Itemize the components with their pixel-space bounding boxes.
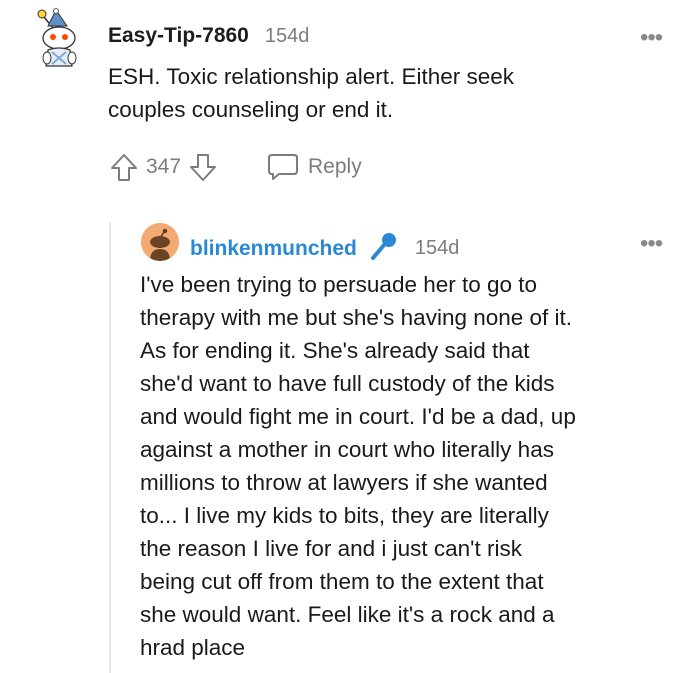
upvote-icon[interactable] (108, 151, 140, 183)
reply-body-line: against a mother in court who literally … (140, 437, 554, 462)
reply-body-line: millions to throw at lawyers if she want… (140, 470, 548, 495)
reply-username[interactable]: blinkenmunched (190, 237, 357, 261)
comment-body: ESH. Toxic relationship alert. Either se… (108, 60, 668, 126)
comment-age[interactable]: 154d (265, 25, 310, 48)
vote-bar: 347 (108, 150, 219, 184)
reply-body-line: As for ending it. She's already said tha… (140, 338, 530, 363)
reply-body-line: being cut off from them to the extent th… (140, 569, 544, 594)
user-avatar[interactable] (34, 8, 90, 70)
reply-body-line: she would want. Feel like it's a rock an… (140, 602, 555, 627)
more-options-icon[interactable]: ••• (640, 26, 663, 50)
microphone-icon (369, 231, 399, 266)
comment-body-line: ESH. Toxic relationship alert. Either se… (108, 64, 515, 89)
reply-body-line: I've been trying to persuade her to go t… (140, 272, 538, 297)
reply-button[interactable]: Reply (266, 150, 362, 184)
vote-count: 347 (146, 155, 182, 178)
thread-line[interactable] (109, 222, 111, 673)
reply-header: blinkenmunched 154d (190, 231, 459, 266)
comment-username[interactable]: Easy-Tip-7860 (108, 24, 249, 48)
snoo-avatar-icon (37, 8, 77, 67)
more-options-icon[interactable]: ••• (640, 232, 663, 256)
reply-body-line: to... I live my kids to bits, they are l… (140, 503, 549, 528)
downvote-icon[interactable] (187, 151, 219, 183)
reply-icon (266, 152, 300, 182)
reply-body-line: the reason I live for and i just can't r… (140, 536, 522, 561)
reply-age[interactable]: 154d (415, 237, 460, 260)
reply-body-line: and would fight me in court. I'd be a da… (140, 404, 576, 429)
reply-label: Reply (308, 155, 362, 178)
comment-header: Easy-Tip-7860 154d (108, 24, 309, 48)
reply-body-line: she'd want to have full custody of the k… (140, 371, 555, 396)
snoo-avatar-icon (141, 223, 179, 261)
reply-avatar[interactable] (141, 223, 179, 261)
comment-body-line: couples counseling or end it. (108, 97, 394, 122)
reply-body: I've been trying to persuade her to go t… (140, 268, 695, 664)
reply-body-line: therapy with me but she's having none of… (140, 305, 573, 330)
reply-body-line: hrad place (140, 635, 246, 660)
